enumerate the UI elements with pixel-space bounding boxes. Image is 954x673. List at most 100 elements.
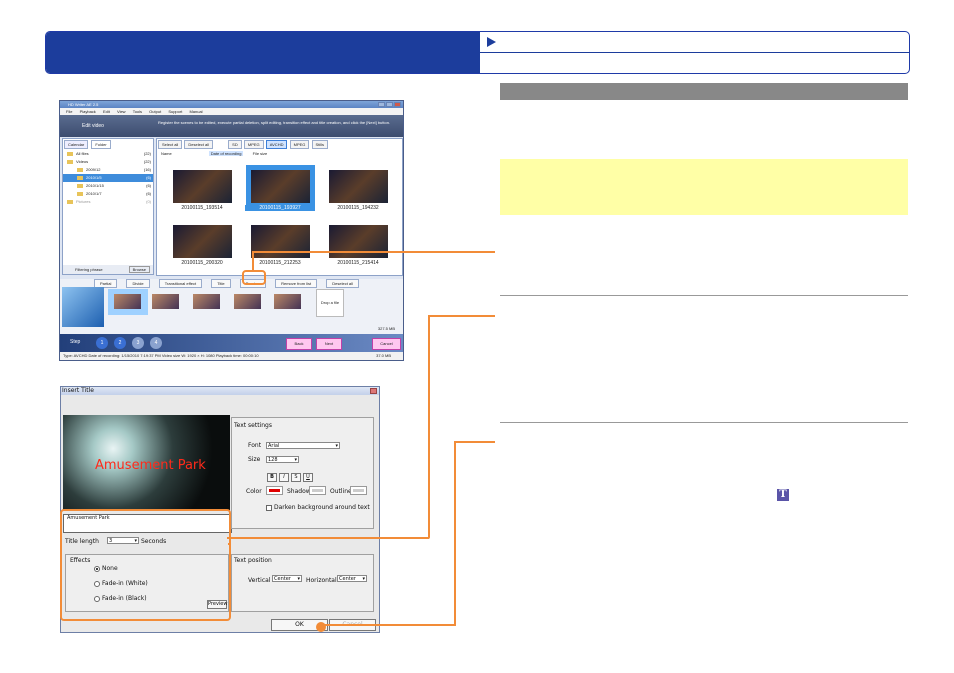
- size-label: Size: [248, 456, 261, 463]
- menu-view[interactable]: View: [117, 108, 126, 115]
- transition-button[interactable]: Transitional effect: [158, 279, 203, 288]
- folder-tree: All files (22) Videos (22) 2009/12 (16) 201…: [63, 150, 153, 206]
- title-button-highlight: [242, 270, 266, 285]
- close-icon[interactable]: [394, 102, 401, 107]
- text-settings-group: Text settings Font Arial Size 128 B I S …: [231, 417, 374, 529]
- folder-icon: [67, 151, 73, 156]
- browse-button[interactable]: Browse: [128, 266, 150, 273]
- mode-description: Register the scenes to be edited, execut…: [158, 120, 391, 125]
- sort-name[interactable]: Name: [161, 151, 172, 156]
- divide-button[interactable]: Divide: [126, 279, 150, 288]
- drop-target[interactable]: Drop a file: [316, 289, 344, 317]
- tree-item-pictures[interactable]: Pictures (0): [63, 198, 153, 206]
- status-size: 37.0 MB: [376, 353, 391, 358]
- dialog-title: Insert Title: [62, 387, 94, 394]
- horizontal-select[interactable]: Center: [337, 575, 367, 583]
- tree-item-2010-1-15[interactable]: 2010/1/15 (6): [63, 182, 153, 190]
- darken-checkbox[interactable]: Darken background around text: [266, 504, 370, 511]
- minimize-icon[interactable]: [378, 102, 385, 107]
- tab-calendar[interactable]: Calendar: [64, 140, 89, 149]
- tab-folder[interactable]: Folder: [91, 140, 111, 149]
- outline-color-swatch[interactable]: [350, 486, 367, 495]
- size-stepper[interactable]: 128: [266, 456, 299, 464]
- menu-support[interactable]: Support: [168, 108, 182, 115]
- shadow-label: Shadow: [287, 488, 311, 495]
- text-settings-label: Text settings: [234, 422, 272, 429]
- callout-line: [252, 251, 254, 271]
- strike-button[interactable]: S: [291, 473, 301, 482]
- maximize-icon[interactable]: [386, 102, 393, 107]
- filter-stills[interactable]: Stills: [311, 140, 328, 149]
- callout-line: [320, 624, 455, 626]
- scene-thumbnail[interactable]: [173, 170, 232, 203]
- deselect-all-button[interactable]: Deselect all: [184, 140, 214, 149]
- scene-thumbnail[interactable]: [251, 225, 310, 258]
- menu-edit[interactable]: Edit: [103, 108, 110, 115]
- window-titlebar: HD Writer AE 2.5: [60, 101, 403, 108]
- step-4: 4: [150, 337, 162, 349]
- text-position-label: Text position: [234, 557, 272, 564]
- scene-thumbnail[interactable]: [173, 225, 232, 258]
- scene-thumbnail[interactable]: [329, 225, 388, 258]
- text-color-swatch[interactable]: [266, 486, 283, 495]
- cancel-button[interactable]: Cancel: [372, 338, 401, 350]
- back-button[interactable]: Back: [286, 338, 312, 350]
- list-item[interactable]: [193, 294, 220, 309]
- scene-thumbnail-selected[interactable]: [246, 165, 315, 208]
- scene-label: 20100115_200320: [181, 260, 223, 266]
- close-icon[interactable]: [370, 388, 377, 394]
- folder-icon: [77, 167, 83, 172]
- header-divider: [480, 52, 909, 53]
- edit-scissors-icon: [62, 287, 104, 327]
- filter-mpeg2[interactable]: MPEG: [289, 140, 310, 149]
- sort-date[interactable]: Date of recording: [208, 151, 244, 156]
- underline-button[interactable]: U: [303, 473, 313, 482]
- callout-line: [454, 442, 456, 626]
- tree-item-videos[interactable]: Videos (22): [63, 158, 153, 166]
- filter-mpeg[interactable]: MPEG: [243, 140, 264, 149]
- shadow-color-swatch[interactable]: [309, 486, 326, 495]
- bold-button[interactable]: B: [267, 473, 277, 482]
- list-item[interactable]: [234, 294, 261, 309]
- title-button[interactable]: Title: [211, 279, 231, 288]
- next-button[interactable]: Next: [316, 338, 342, 350]
- tree-item-all-files[interactable]: All files (22): [63, 150, 153, 158]
- remove-from-list-button[interactable]: Remove from list: [275, 279, 318, 288]
- tree-item-2009-12[interactable]: 2009/12 (16): [63, 166, 153, 174]
- menu-bar: File Playback Edit View Tools Output Sup…: [60, 108, 403, 115]
- filter-avchd[interactable]: AVCHD: [265, 140, 288, 149]
- menu-tools[interactable]: Tools: [133, 108, 142, 115]
- tree-item-selected[interactable]: 2010/1/5 (6): [63, 174, 153, 182]
- title-input-effects-highlight: [60, 509, 231, 621]
- menu-output[interactable]: Output: [149, 108, 161, 115]
- italic-button[interactable]: I: [279, 473, 289, 482]
- callout-line: [252, 251, 495, 253]
- folder-icon: [77, 191, 83, 196]
- list-item[interactable]: [152, 294, 179, 309]
- folder-icon: [67, 199, 73, 204]
- page-header: [45, 31, 910, 74]
- text-position-group: Text position Vertical Center Horizontal…: [231, 554, 374, 612]
- list-item[interactable]: [274, 294, 301, 309]
- list-item[interactable]: [114, 294, 141, 309]
- filter-sd[interactable]: SD: [228, 140, 242, 149]
- deselect-all-list-button[interactable]: Deselect all: [326, 279, 359, 288]
- select-all-button[interactable]: Select all: [158, 140, 183, 149]
- scene-thumbnail[interactable]: [329, 170, 388, 203]
- play-arrow-icon: [487, 37, 496, 47]
- font-select[interactable]: Arial: [266, 442, 340, 450]
- status-text: Type: AVCHD Date of recording: 1/15/2010…: [63, 353, 259, 358]
- folder-icon: [77, 175, 83, 180]
- step-bar: Step 1 2 3 4 Back Next Cancel: [60, 334, 403, 352]
- tree-item-2010-1-7[interactable]: 2010/1/7 (6): [63, 190, 153, 198]
- status-bar: Type: AVCHD Date of recording: 1/15/2010…: [60, 352, 403, 360]
- menu-playback[interactable]: Playback: [80, 108, 96, 115]
- sort-size[interactable]: File size: [253, 151, 268, 156]
- menu-manual[interactable]: Manual: [189, 108, 202, 115]
- step-3: 3: [132, 337, 144, 349]
- vertical-select[interactable]: Center: [272, 575, 302, 583]
- scene-browser: Select all Deselect all SD MPEG AVCHD MP…: [156, 138, 403, 276]
- scene-label: 20100115_212253: [259, 260, 301, 266]
- menu-file[interactable]: File: [66, 108, 72, 115]
- header-title-bar: [46, 32, 480, 73]
